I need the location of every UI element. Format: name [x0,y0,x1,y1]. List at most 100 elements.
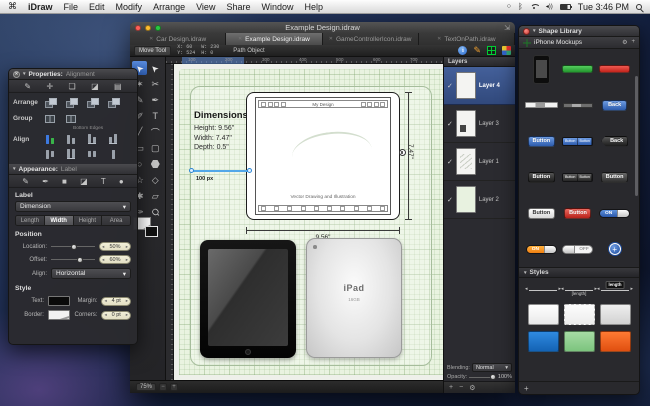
notification-icon[interactable]: ○ [507,3,511,10]
line-endpoint-handle[interactable] [247,167,252,173]
stepper-left-icon[interactable]: ◂ [102,244,104,250]
shape-add-circle-button[interactable]: + [608,243,621,255]
location-slider-knob[interactable] [70,243,77,250]
window-title-bar[interactable]: Example Design.idraw ⇲ [130,22,515,33]
disclosure-triangle-icon[interactable]: ▾ [524,270,527,276]
segment-length[interactable]: Length [16,216,45,225]
shape-button-white[interactable]: Button [527,207,555,219]
line-endpoint-handle[interactable] [189,167,194,173]
edit-pencil-icon[interactable]: ✎ [473,46,481,55]
diamond-tool[interactable]: ◇ [148,173,163,187]
tab-close-icon[interactable]: ✕ [329,36,333,42]
shapes-mode-icon[interactable]: ❏ [69,82,76,91]
volume-icon[interactable]: ◂)) [546,3,553,10]
align-center-button[interactable] [64,133,78,145]
grid-view-icon[interactable] [487,46,496,55]
layer-row-4[interactable]: ✓ Layer 4 [444,67,515,105]
style-swatch-white-dashed[interactable] [563,304,595,325]
shape-button-dark[interactable]: Button [601,171,629,183]
stepper-right-icon[interactable]: ▸ [126,298,128,304]
offset-slider[interactable] [51,256,95,263]
effects-sphere-icon[interactable]: ● [119,177,124,186]
label-type-dropdown[interactable]: Dimension ▾ [15,201,131,212]
layer-row-1[interactable]: ✓ Layer 1 [444,143,515,181]
styles-section-header[interactable]: ▾ Styles [519,267,639,278]
menu-item-idraw[interactable]: iDraw [28,2,53,12]
disclosure-triangle-icon[interactable]: ▾ [533,28,536,34]
pen-tool[interactable]: ✒ [148,93,163,107]
move-mode-icon[interactable]: ✛ [46,82,53,91]
shape-progress-bar-dark[interactable] [562,102,593,108]
wifi-icon[interactable] [530,4,539,10]
polygon-tool[interactable] [148,157,163,171]
menu-item-window[interactable]: Window [261,2,293,12]
stepper-left-icon[interactable]: ◂ [104,312,106,318]
grid-mode-icon[interactable]: ◪ [91,82,99,91]
layer-visibility-check[interactable]: ✓ [447,196,453,204]
ipad-landscape-mockup[interactable]: My Design Vector Drawing and Illustratio… [246,92,406,220]
segment-height[interactable]: Height [73,216,103,225]
layer-settings-gear-icon[interactable]: ⚙ [469,384,475,392]
corners-stepper[interactable]: ◂ 0 pt ▸ [101,310,131,320]
border-style-swatch[interactable] [47,310,70,320]
tab-example-design[interactable]: ✕ Example Design.idraw [226,33,323,45]
battery-icon[interactable] [559,3,572,10]
layer-visibility-check[interactable]: ✓ [447,82,453,90]
parallelogram-tool[interactable]: ▱ [148,189,163,203]
fill-square-icon[interactable]: ■ [62,177,67,186]
style-swatch-white[interactable] [527,304,559,325]
disclosure-triangle-icon[interactable]: ▾ [23,71,26,77]
group-button[interactable] [43,112,57,124]
shape-button-red[interactable]: Button [564,207,592,219]
distribute-vertical-button[interactable] [106,148,120,160]
rounded-rectangle-tool[interactable]: ▢ [148,141,163,155]
shape-red-button[interactable] [599,65,631,73]
shape-segmented-blue[interactable]: Button Button [562,136,594,146]
stepper-left-icon[interactable]: ◂ [102,257,104,263]
dimensions-text-block[interactable]: Dimensions Height: 9.56" Width: 7.47" De… [194,110,248,153]
style-swatch-blue[interactable] [527,331,559,352]
bring-to-front-button[interactable] [43,96,57,108]
text-tool[interactable]: T [148,109,163,123]
panel-close-button[interactable] [523,27,530,35]
color-palette-icon[interactable] [502,46,511,55]
shape-toggle-off[interactable]: OFF [562,244,594,254]
add-style-button[interactable]: + [524,384,529,393]
shape-progress-bar-light[interactable] [524,102,558,108]
remove-layer-button[interactable]: − [459,384,463,391]
tab-gamecontrollericon[interactable]: ✕ GameControllerIcon.idraw [322,33,419,45]
ipad-back-image[interactable]: iPad 16GB [306,238,402,358]
collection-bar[interactable]: iPhone Mockups ⚙ + [519,37,639,49]
style-swatch-green[interactable] [563,331,595,352]
shape-library-header[interactable]: ▾ Shape Library [519,26,639,37]
bring-forward-button[interactable] [64,96,78,108]
properties-panel-header[interactable]: ✕ ▾ Properties: Alignment [9,69,137,80]
shape-green-button[interactable] [562,65,594,73]
menu-item-edit[interactable]: Edit [89,2,105,12]
ipad-front-image[interactable] [200,240,296,358]
appearance-panel-header[interactable]: ▾ Appearance: Label [9,164,137,175]
tab-textonpath[interactable]: ✕ TextOnPath.idraw [418,33,515,45]
style-swatch-orange[interactable] [599,331,631,352]
ungroup-button[interactable] [64,112,78,124]
segment-label[interactable]: Button [563,173,578,181]
menu-item-modify[interactable]: Modify [116,2,143,12]
shape-toggle-on-orange[interactable]: ON [525,244,557,254]
style-dimension-tag[interactable]: length [597,281,633,298]
text-style-icon[interactable]: T [101,177,106,186]
stepper-right-icon[interactable]: ▸ [126,244,128,250]
offset-slider-knob[interactable] [77,256,84,263]
segment-width[interactable]: Width [44,216,74,225]
collection-gear-icon[interactable]: ⚙ [622,39,627,46]
selected-line-object[interactable] [189,167,252,173]
tab-close-icon[interactable]: ✕ [149,36,153,42]
eraser-style-icon[interactable]: ◪ [80,177,88,186]
offset-stepper[interactable]: ◂ 60% ▸ [99,255,131,264]
layer-visibility-check[interactable]: ✓ [447,120,453,128]
send-backward-button[interactable] [85,96,99,108]
stroke-color-well[interactable] [144,226,158,237]
zoom-out-button[interactable]: − [159,383,168,391]
pencil-mode-icon[interactable]: ✎ [24,82,31,91]
location-stepper[interactable]: ◂ 50% ▸ [99,242,131,251]
send-to-back-button[interactable] [106,96,120,108]
